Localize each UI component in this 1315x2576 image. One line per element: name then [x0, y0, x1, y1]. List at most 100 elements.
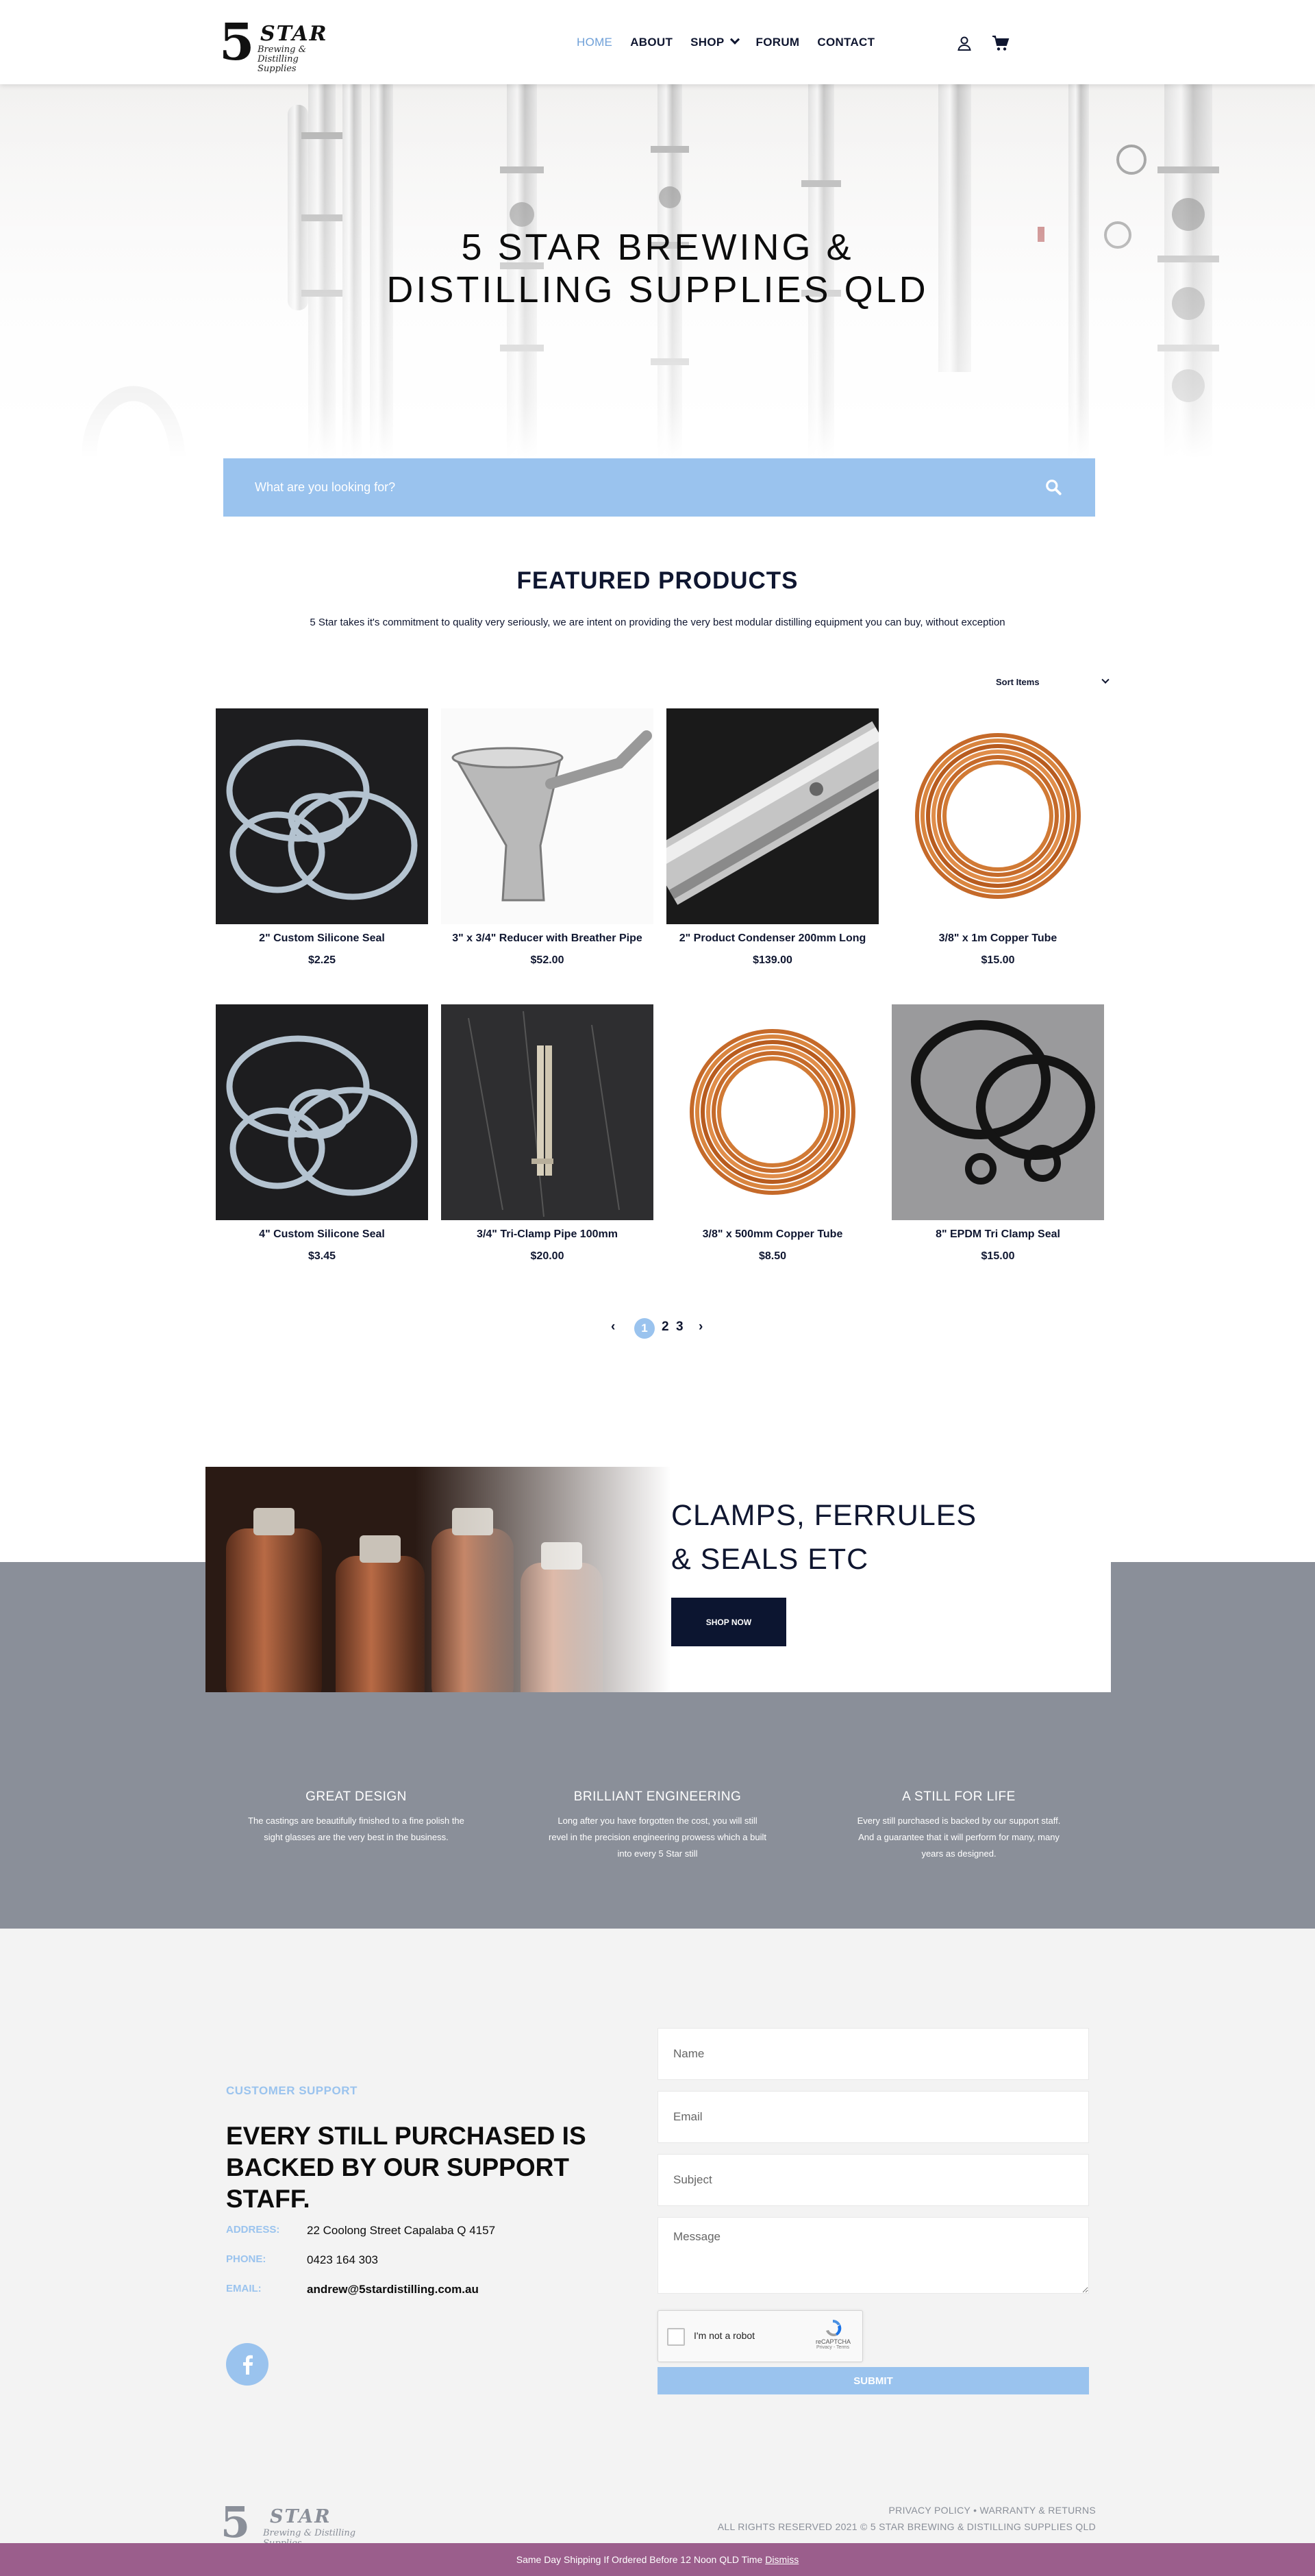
customer-support-label: CUSTOMER SUPPORT: [226, 2084, 358, 2097]
address-label: ADDRESS:: [226, 2224, 280, 2236]
product-card[interactable]: 2" Custom Silicone Seal $2.25: [216, 708, 428, 969]
product-name[interactable]: 2" Custom Silicone Seal: [216, 932, 428, 945]
feature-text: Long after you have forgotten the cost, …: [549, 1816, 766, 1859]
page-3[interactable]: 3: [676, 1320, 684, 1335]
phone-label: PHONE:: [226, 2253, 266, 2265]
product-image[interactable]: [216, 708, 428, 924]
contact-email: EMAIL: andrew@5stardistilling.com.au: [226, 2283, 479, 2296]
product-price: $2.25: [308, 954, 336, 966]
contact-title: EVERY STILL PURCHASED IS BACKED BY OUR S…: [226, 2122, 586, 2213]
product-name[interactable]: 3/8" x 1m Copper Tube: [892, 932, 1104, 945]
nav-about[interactable]: ABOUT: [630, 34, 673, 51]
contact-phone: PHONE: 0423 164 303: [226, 2253, 378, 2267]
product-card[interactable]: 3/4" Tri-Clamp Pipe 100mm $20.00: [441, 1004, 653, 1265]
cart-icon[interactable]: [992, 34, 1010, 52]
product-card[interactable]: 8" EPDM Tri Clamp Seal $15.00: [892, 1004, 1104, 1265]
sort-label: Sort Items: [996, 676, 1040, 687]
recaptcha-logo: reCAPTCHA Privacy - Terms: [816, 2318, 851, 2352]
feature-title: A STILL FOR LIFE: [902, 1789, 1016, 1804]
email-link[interactable]: andrew@5stardistilling.com.au: [307, 2283, 479, 2296]
address-value: 22 Coolong Street Capalaba Q 4157: [307, 2224, 496, 2237]
product-card[interactable]: 2" Product Condenser 200mm Long $139.00: [666, 708, 879, 969]
featured-subtitle: 5 Star takes it's commitment to quality …: [310, 617, 1005, 628]
recaptcha-label: I'm not a robot: [694, 2330, 755, 2341]
hero-banner: 5 STAR BREWING & DISTILLING SUPPLIES QLD: [0, 84, 1315, 458]
product-image[interactable]: [216, 1004, 428, 1220]
footer-logo-word: STAR: [270, 2506, 331, 2527]
name-field[interactable]: [658, 2028, 1089, 2080]
product-price: $139.00: [753, 954, 792, 966]
product-card[interactable]: 4" Custom Silicone Seal $3.45: [216, 1004, 428, 1265]
featured-title: FEATURED PRODUCTS: [516, 567, 799, 594]
product-name[interactable]: 4" Custom Silicone Seal: [216, 1228, 428, 1241]
recaptcha-links[interactable]: Privacy - Terms: [816, 2345, 850, 2350]
product-image[interactable]: [441, 708, 653, 924]
footer-links[interactable]: PRIVACY POLICY • WARRANTY & RETURNS: [685, 2505, 1096, 2516]
product-price: $20.00: [530, 1250, 564, 1262]
nav-shop-label: SHOP: [690, 36, 725, 49]
chevron-down-icon: [729, 34, 740, 45]
shipping-notice-bar: Same Day Shipping If Ordered Before 12 N…: [0, 2543, 1315, 2576]
promo-image: [205, 1467, 671, 1692]
email-label: EMAIL:: [226, 2283, 262, 2294]
product-image[interactable]: [892, 1004, 1104, 1220]
logo-number: 5: [219, 13, 255, 72]
product-price: $8.50: [758, 1250, 787, 1262]
facebook-icon[interactable]: [226, 2343, 268, 2386]
search-icon[interactable]: [1044, 478, 1062, 496]
feature-text: The castings are beautifully finished to…: [248, 1816, 464, 1842]
promo-title-line1: CLAMPS, FERRULES: [671, 1499, 977, 1532]
prev-page-icon[interactable]: ‹: [611, 1320, 615, 1335]
submit-button[interactable]: SUBMIT: [658, 2367, 1089, 2394]
footer-logo[interactable]: 5 STAR Brewing & Distilling Supplies: [221, 2501, 358, 2549]
shop-now-button[interactable]: SHOP NOW: [671, 1598, 786, 1646]
product-name[interactable]: 3/4" Tri-Clamp Pipe 100mm: [441, 1228, 653, 1241]
user-icon[interactable]: [956, 35, 973, 51]
product-name[interactable]: 2" Product Condenser 200mm Long: [666, 932, 879, 945]
feature-text: Every still purchased is backed by our s…: [857, 1816, 1061, 1859]
product-card[interactable]: 3/8" x 1m Copper Tube $15.00: [892, 708, 1104, 969]
message-field[interactable]: [658, 2217, 1089, 2294]
product-price: $3.45: [308, 1250, 336, 1262]
nav-shop[interactable]: SHOP: [690, 34, 740, 51]
product-card[interactable]: 3/8" x 500mm Copper Tube $8.50: [666, 1004, 879, 1265]
phone-value[interactable]: 0423 164 303: [307, 2253, 378, 2267]
promo-title: CLAMPS, FERRULES & SEALS ETC: [671, 1494, 1014, 1581]
feature-brilliant-engineering: BRILLIANT ENGINEERING Long after you hav…: [534, 1789, 781, 1862]
footer-logo-number: 5: [221, 2497, 251, 2547]
product-image[interactable]: [666, 1004, 879, 1220]
product-card[interactable]: 3" x 3/4" Reducer with Breather Pipe $52…: [441, 708, 653, 969]
page-1[interactable]: 1: [634, 1318, 655, 1339]
next-page-icon[interactable]: ›: [699, 1320, 703, 1335]
recaptcha-widget: I'm not a robot reCAPTCHA Privacy - Term…: [658, 2310, 863, 2362]
nav-contact[interactable]: CONTACT: [817, 34, 875, 51]
product-image[interactable]: [892, 708, 1104, 924]
pagination: ‹ 1 2 3 ›: [596, 1317, 719, 1341]
feature-title: GREAT DESIGN: [305, 1789, 407, 1804]
recaptcha-checkbox[interactable]: [667, 2328, 685, 2346]
product-image[interactable]: [666, 708, 879, 924]
contact-address: ADDRESS: 22 Coolong Street Capalaba Q 41…: [226, 2224, 495, 2238]
product-name[interactable]: 3" x 3/4" Reducer with Breather Pipe: [441, 932, 653, 945]
logo-word: STAR: [260, 22, 328, 46]
recaptcha-brand: reCAPTCHA: [816, 2338, 851, 2345]
page-2[interactable]: 2: [662, 1320, 669, 1335]
subject-field[interactable]: [658, 2154, 1089, 2206]
dismiss-link[interactable]: Dismiss: [765, 2554, 799, 2565]
feature-title: BRILLIANT ENGINEERING: [573, 1789, 742, 1804]
product-image[interactable]: [441, 1004, 653, 1220]
feature-still-for-life: A STILL FOR LIFE Every still purchased i…: [836, 1789, 1082, 1862]
nav-forum[interactable]: FORUM: [756, 34, 800, 51]
product-name[interactable]: 8" EPDM Tri Clamp Seal: [892, 1228, 1104, 1241]
footer-copyright: ALL RIGHTS RESERVED 2021 © 5 STAR BREWIN…: [717, 2521, 1096, 2532]
product-name[interactable]: 3/8" x 500mm Copper Tube: [666, 1228, 879, 1241]
logo-tagline: Brewing & Distilling Supplies: [258, 45, 307, 74]
site-logo[interactable]: 5 STAR Brewing & Distilling Supplies: [219, 15, 329, 74]
search-input[interactable]: [255, 458, 1008, 517]
sort-select[interactable]: Sort Items: [990, 671, 1111, 692]
email-field[interactable]: [658, 2091, 1089, 2143]
chevron-down-icon: [1101, 676, 1110, 684]
promo-title-line2: & SEALS ETC: [671, 1543, 869, 1576]
nav-home[interactable]: HOME: [577, 34, 612, 51]
site-header: 5 STAR Brewing & Distilling Supplies HOM…: [0, 0, 1315, 84]
